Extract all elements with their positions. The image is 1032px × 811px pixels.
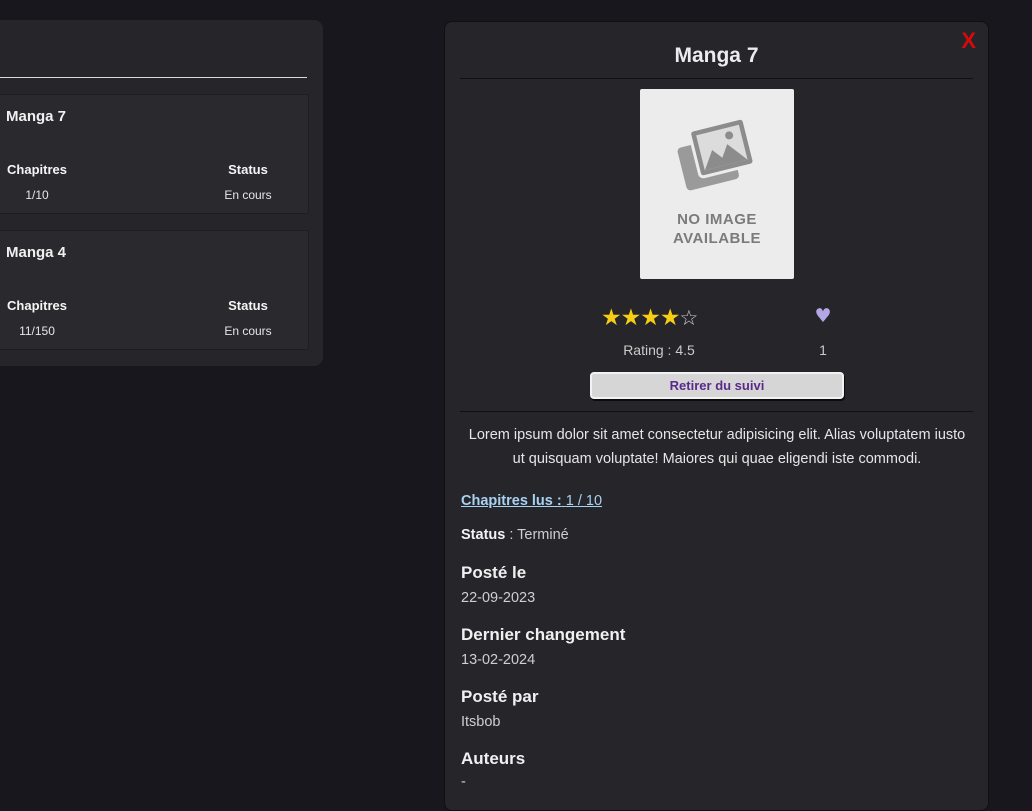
status-label: Status [228, 162, 268, 177]
star-empty-icon[interactable]: ☆ [680, 306, 699, 330]
chapters-value: 11/150 [19, 324, 55, 338]
manga-detail-panel: X Manga 7 NO IMAGE AVAILABLE ★★★★☆ Ratin… [444, 21, 989, 811]
rating-text: Rating : 4.5 [623, 342, 695, 358]
manga-card-title: Manga 7 [6, 108, 67, 125]
chapters-label: Chapitres [7, 162, 67, 177]
status-label: Status [228, 298, 268, 313]
star-icon[interactable]: ★ [621, 305, 642, 331]
star-icon[interactable]: ★ [601, 305, 622, 331]
description-divider [460, 411, 973, 412]
last-change-label: Dernier changement [461, 625, 626, 644]
posted-by-label: Posté par [461, 687, 539, 706]
authors-label: Auteurs [461, 749, 526, 768]
manga-card[interactable]: Manga 7 Chapitres Status 1/10 En cours [0, 94, 309, 214]
description-text: Lorem ipsum dolor sit amet consectetur a… [468, 427, 966, 467]
posted-date-value: 22-09-2023 [461, 590, 536, 606]
status-line: Status : Terminé [461, 527, 569, 543]
manga-list-panel: Manga 7 Chapitres Status 1/10 En cours M… [0, 20, 323, 366]
chapters-read-link[interactable]: Chapitres lus : 1 / 10 [461, 493, 602, 509]
posted-date-label: Posté le [461, 563, 527, 582]
manga-card-title: Manga 4 [6, 244, 67, 261]
no-image-text: NO IMAGE AVAILABLE [672, 211, 762, 247]
star-icon[interactable]: ★ [640, 305, 661, 331]
unfollow-button[interactable]: Retirer du suivi [590, 372, 844, 399]
chapters-value: 1/10 [25, 188, 49, 202]
image-placeholder-icon [677, 117, 756, 191]
detail-title: Manga 7 [674, 44, 759, 67]
status-value: En cours [224, 188, 272, 202]
authors-value: - [461, 774, 466, 790]
likes-count: 1 [819, 342, 827, 358]
chapters-label: Chapitres [7, 298, 67, 313]
last-change-value: 13-02-2024 [461, 652, 536, 668]
list-divider [0, 77, 307, 78]
manga-card[interactable]: Manga 4 Chapitres Status 11/150 En cours [0, 230, 309, 350]
posted-by-value: Itsbob [461, 714, 501, 730]
star-icon[interactable]: ★ [660, 305, 681, 331]
title-divider [460, 78, 973, 79]
star-rating[interactable]: ★★★★☆ [601, 305, 699, 331]
status-value: En cours [224, 324, 272, 338]
heart-icon[interactable]: ♥ [813, 305, 833, 327]
cover-image: NO IMAGE AVAILABLE [640, 89, 794, 279]
